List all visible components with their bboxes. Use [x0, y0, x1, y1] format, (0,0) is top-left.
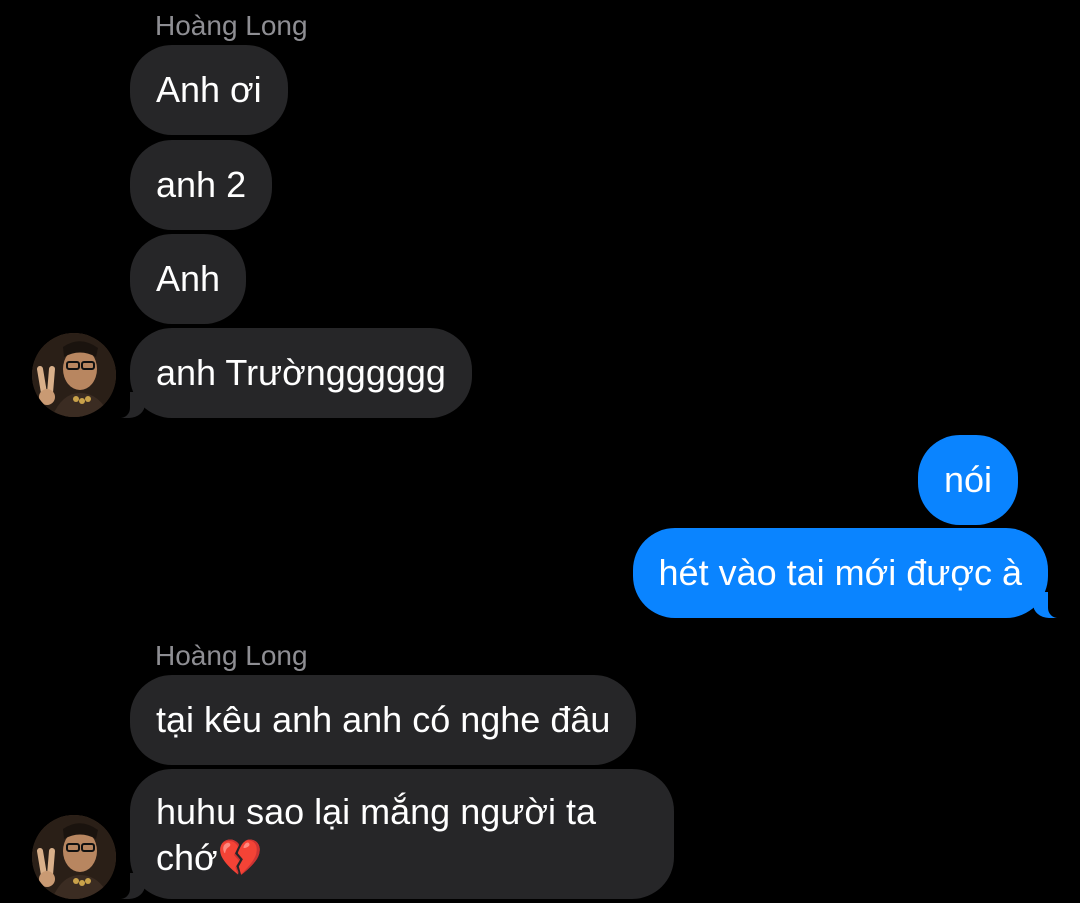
- avatar-photo-icon: [32, 815, 116, 899]
- incoming-message-bubble[interactable]: huhu sao lại mắng người ta chớ💔: [113, 769, 674, 899]
- incoming-message-bubble[interactable]: Anh ơi: [130, 45, 288, 135]
- incoming-message-bubble[interactable]: anh Trườngggggg: [113, 328, 472, 418]
- avatar-photo-icon: [32, 333, 116, 417]
- outgoing-message-bubble[interactable]: nói: [917, 435, 1018, 525]
- contact-avatar[interactable]: [32, 333, 116, 417]
- sender-name: Hoàng Long: [155, 640, 308, 671]
- incoming-message-bubble[interactable]: anh 2: [130, 140, 273, 230]
- chat-thread[interactable]: Hoàng Long Anh ơi anh 2 Anh anh Trườnggg…: [0, 0, 1080, 903]
- sender-name: Hoàng Long: [155, 10, 308, 41]
- incoming-message-bubble[interactable]: tại kêu anh anh có nghe đâu: [130, 675, 637, 765]
- contact-avatar[interactable]: [32, 815, 116, 899]
- incoming-message-bubble[interactable]: Anh: [130, 234, 247, 324]
- outgoing-message-bubble[interactable]: hét vào tai mới được à: [632, 528, 1066, 618]
